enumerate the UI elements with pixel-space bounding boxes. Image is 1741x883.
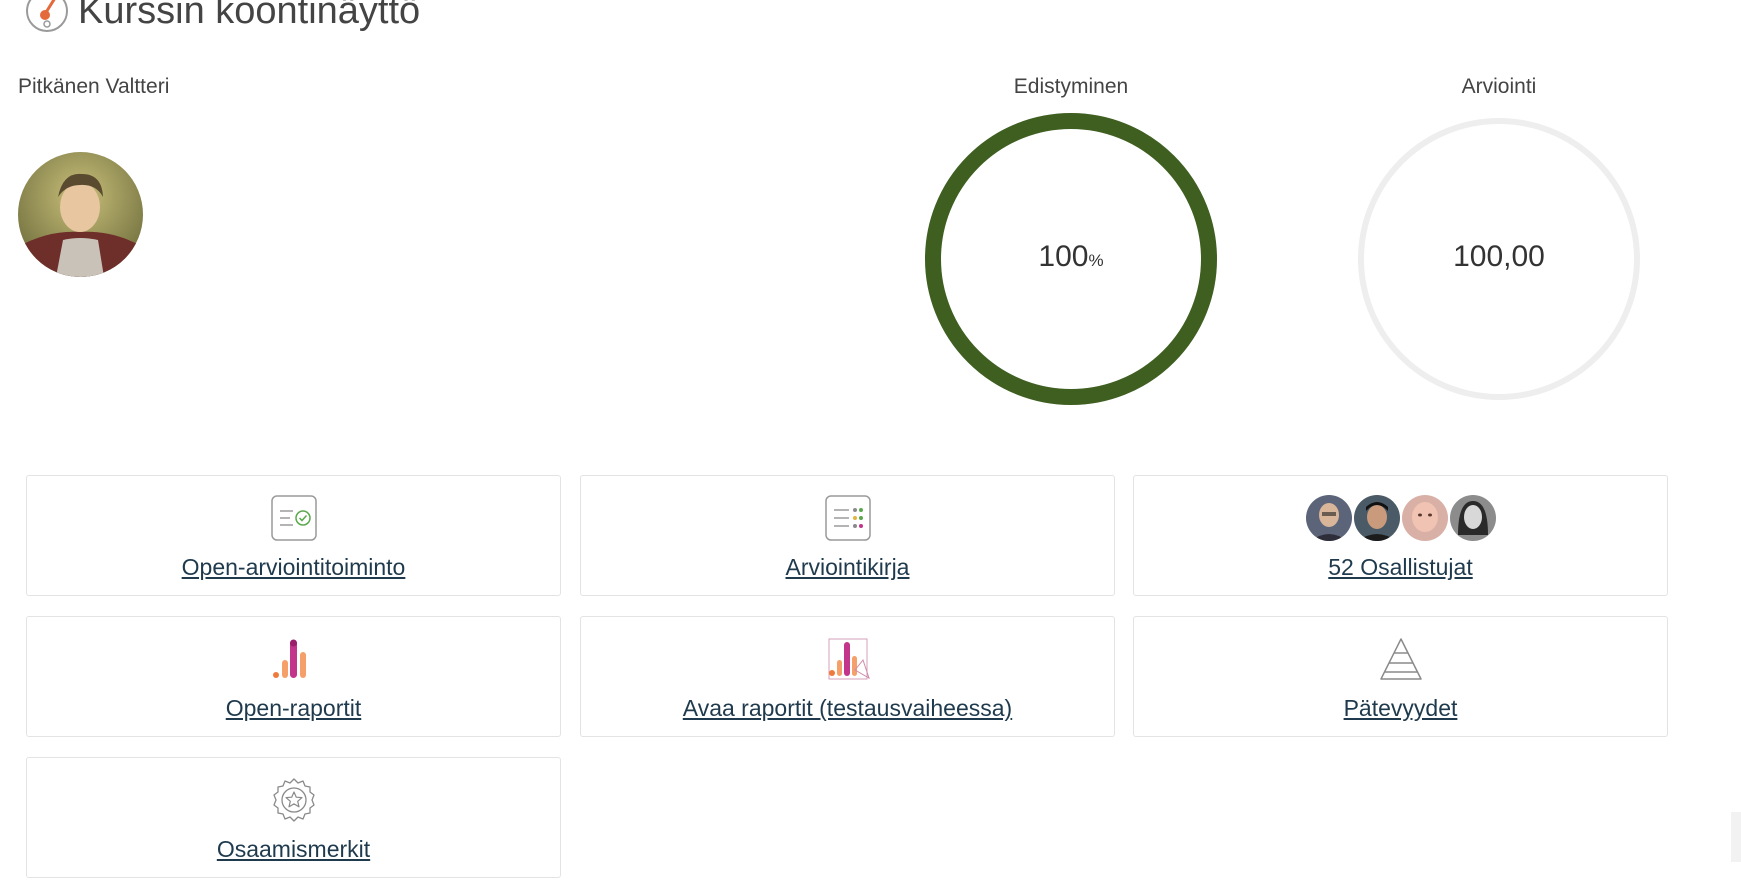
progress-number: 100 bbox=[1038, 240, 1089, 273]
dashboard-gauge-icon bbox=[26, 0, 68, 32]
card-open-reports[interactable]: Open-raportit bbox=[26, 616, 561, 737]
participant-avatar[interactable] bbox=[1401, 495, 1448, 541]
card-participants[interactable]: 52 Osallistujat bbox=[1133, 475, 1668, 596]
participant-avatar[interactable] bbox=[1353, 495, 1400, 541]
user-name: Pitkänen Valtteri bbox=[18, 75, 170, 98]
grade-gauge: 100,00 bbox=[1349, 109, 1649, 409]
open-reports-beta-link[interactable]: Avaa raportit (testausvaiheessa) bbox=[581, 695, 1114, 722]
open-reports-link[interactable]: Open-raportit bbox=[27, 695, 560, 722]
page-title-text: Kurssin koontinäyttö bbox=[78, 0, 421, 32]
grade-label: Arviointi bbox=[1461, 75, 1537, 98]
progress-label: Edistyminen bbox=[1013, 75, 1129, 98]
grade-value: 100,00 bbox=[1453, 240, 1545, 273]
progress-value: 100% bbox=[921, 240, 1221, 274]
competencies-link[interactable]: Pätevyydet bbox=[1134, 695, 1667, 722]
badges-link[interactable]: Osaamismerkit bbox=[27, 836, 560, 863]
gradebook-list-icon bbox=[824, 494, 871, 542]
card-gradebook[interactable]: Arviointikirja bbox=[580, 475, 1115, 596]
bar-chart-icon bbox=[271, 635, 317, 683]
user-photo bbox=[18, 152, 143, 277]
user-avatar[interactable] bbox=[18, 152, 143, 277]
badge-star-icon bbox=[271, 776, 317, 824]
page-title: Kurssin koontinäyttö bbox=[24, 0, 420, 34]
checklist-check-icon bbox=[270, 494, 317, 542]
participant-avatar[interactable] bbox=[1449, 495, 1496, 541]
participant-avatars bbox=[1305, 494, 1496, 542]
scrollbar-stub[interactable] bbox=[1731, 812, 1741, 862]
participant-avatar[interactable] bbox=[1305, 495, 1352, 541]
progress-unit: % bbox=[1088, 251, 1104, 270]
report-chart-icon bbox=[825, 635, 871, 683]
gradebook-link[interactable]: Arviointikirja bbox=[581, 554, 1114, 581]
pyramid-icon bbox=[1378, 635, 1424, 683]
progress-gauge: 100% bbox=[921, 109, 1221, 409]
card-competencies[interactable]: Pätevyydet bbox=[1133, 616, 1668, 737]
card-open-reports-beta[interactable]: Avaa raportit (testausvaiheessa) bbox=[580, 616, 1115, 737]
open-grading-link[interactable]: Open-arviointitoiminto bbox=[27, 554, 560, 581]
card-badges[interactable]: Osaamismerkit bbox=[26, 757, 561, 878]
participants-link[interactable]: 52 Osallistujat bbox=[1134, 554, 1667, 581]
card-open-grading[interactable]: Open-arviointitoiminto bbox=[26, 475, 561, 596]
course-dashboard: Kurssin koontinäyttö Pitkänen Valtteri E… bbox=[0, 0, 1741, 883]
